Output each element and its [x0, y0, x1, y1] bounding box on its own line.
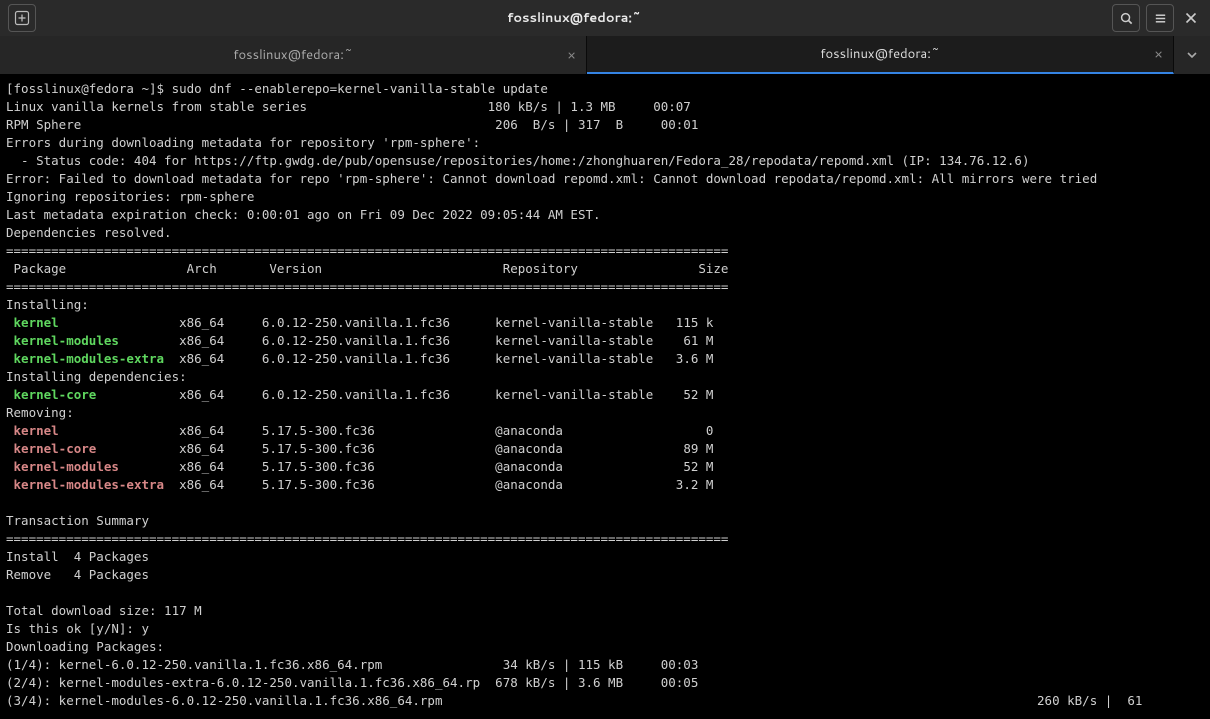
terminal-output[interactable]: [fosslinux@fedora ~]$ sudo dnf --enabler…: [0, 74, 1210, 719]
close-tab-icon[interactable]: ×: [1154, 44, 1163, 64]
close-window-button[interactable]: [1180, 7, 1202, 29]
titlebar: fosslinux@fedora:~: [0, 0, 1210, 36]
tabbar: fosslinux@fedora:~ × fosslinux@fedora:~ …: [0, 36, 1210, 74]
tab-1[interactable]: fosslinux@fedora:~ ×: [587, 36, 1174, 74]
close-tab-icon[interactable]: ×: [567, 45, 576, 65]
tabs-dropdown-button[interactable]: [1174, 36, 1210, 74]
tab-0[interactable]: fosslinux@fedora:~ ×: [0, 36, 587, 74]
search-button[interactable]: [1112, 4, 1140, 32]
tab-label: fosslinux@fedora:~: [233, 46, 352, 64]
window-title: fosslinux@fedora:~: [44, 9, 1104, 27]
menu-button[interactable]: [1146, 4, 1174, 32]
new-tab-button[interactable]: [8, 4, 36, 32]
tab-label: fosslinux@fedora:~: [820, 45, 939, 63]
